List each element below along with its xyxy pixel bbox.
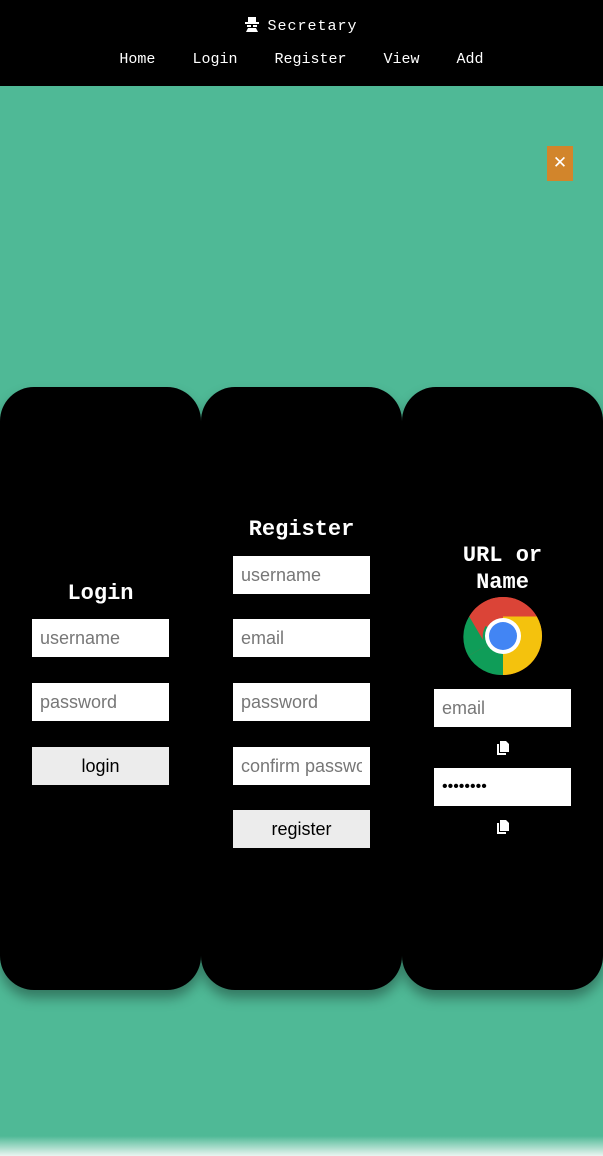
main-nav: Home Login Register View Add xyxy=(0,51,603,68)
nav-view[interactable]: View xyxy=(384,51,420,68)
register-username-input[interactable] xyxy=(233,556,370,594)
login-username-input[interactable] xyxy=(32,619,169,657)
brand[interactable]: Secretary xyxy=(0,16,603,37)
register-card: Register register xyxy=(201,387,402,990)
login-button[interactable]: login xyxy=(32,747,169,785)
nav-add[interactable]: Add xyxy=(457,51,484,68)
login-card: Login login xyxy=(0,387,201,990)
top-navbar: Secretary Home Login Register View Add xyxy=(0,0,603,86)
entry-card: URL or Name xyxy=(402,387,603,990)
register-button[interactable]: register xyxy=(233,810,370,848)
nav-register[interactable]: Register xyxy=(274,51,346,68)
copy-icon[interactable] xyxy=(495,740,511,756)
entry-email-input[interactable] xyxy=(434,689,571,727)
register-email-input[interactable] xyxy=(233,619,370,657)
spy-icon xyxy=(245,16,260,37)
entry-password-input[interactable] xyxy=(434,768,571,806)
close-button[interactable]: ✕ xyxy=(547,146,573,181)
login-heading: Login xyxy=(67,581,134,606)
app-title: Secretary xyxy=(267,18,358,35)
entry-heading: URL or Name xyxy=(462,543,543,595)
nav-login[interactable]: Login xyxy=(192,51,237,68)
chrome-icon xyxy=(463,596,543,676)
copy-icon[interactable] xyxy=(495,819,511,835)
register-heading: Register xyxy=(248,517,355,542)
login-password-input[interactable] xyxy=(32,683,169,721)
register-password-input[interactable] xyxy=(233,683,370,721)
register-confirm-password-input[interactable] xyxy=(233,747,370,785)
nav-home[interactable]: Home xyxy=(119,51,155,68)
bottom-fade xyxy=(0,1136,603,1156)
